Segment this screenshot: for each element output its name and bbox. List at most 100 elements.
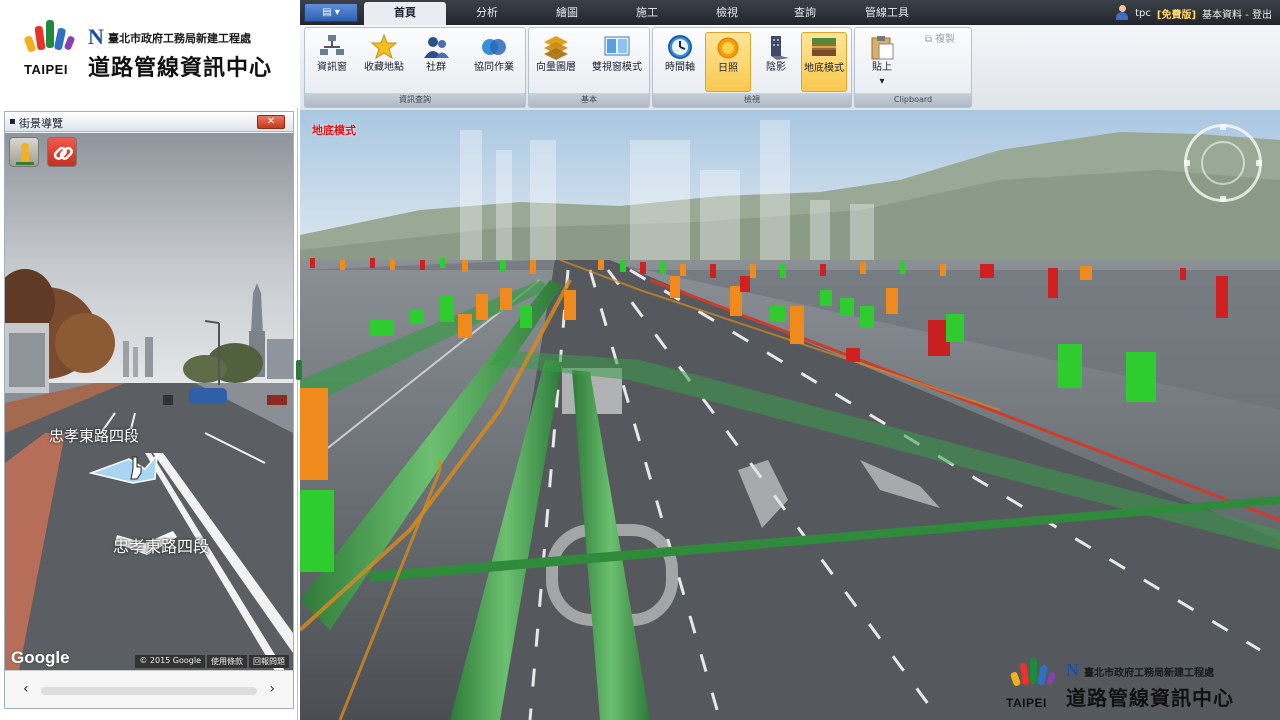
underground-icon (811, 35, 837, 61)
favorite-places-button[interactable]: 收藏地點 (361, 32, 407, 92)
tab-query[interactable]: 查詢 (766, 2, 844, 25)
star-icon (370, 33, 398, 60)
group-basic-label: 基本 (529, 93, 649, 107)
sunlight-button[interactable]: 日照 (705, 32, 751, 92)
close-button[interactable]: ✕ (257, 115, 285, 129)
tab-construction[interactable]: 施工 (608, 2, 686, 25)
group-clipboard: 貼上 ▾ ⧉ 複製 Clipboard (854, 27, 972, 108)
collaboration-label: 協同作業 (474, 62, 514, 73)
tab-analysis[interactable]: 分析 (448, 2, 526, 25)
timeline-button[interactable]: 時間軸 (657, 32, 703, 92)
info-window-button[interactable]: 資訊窗 (309, 32, 355, 92)
copy-icon: ⧉ (924, 34, 933, 45)
community-label: 社群 (426, 62, 446, 73)
scroll-right-icon[interactable]: › (269, 681, 275, 697)
scroll-track[interactable] (41, 687, 257, 695)
app-logo: TAIPEI N 臺北市政府工務局新建工程處 道路管線資訊中心 (0, 0, 298, 108)
shadow-label: 陰影 (766, 62, 786, 73)
left-panel: TAIPEI N 臺北市政府工務局新建工程處 道路管線資訊中心 ▪ 街景導覽 ✕ (0, 0, 298, 720)
map-3d-view[interactable]: 地底模式 TAIPEI N 臺北市政府工務局新建工程處 道路管線資訊中心 (300, 110, 1280, 720)
tab-bar: ▤ ▾ 首頁 分析 繪圖 施工 檢視 查詢 管線工具 tpc [免費版] 基本資… (300, 0, 1280, 25)
user-icon (1115, 5, 1129, 21)
group-basic: 向量圖層 雙視窗模式 基本 (528, 27, 650, 108)
ribbon-body: 資訊窗 收藏地點 社群 協同作業 資訊查詢 向量圖層 雙視窗模式 基本 時間軸 … (300, 25, 1280, 110)
paste-button[interactable]: 貼上 ▾ (859, 32, 905, 98)
paste-icon (869, 34, 895, 60)
logo-center-text: 道路管線資訊中心 (88, 55, 273, 81)
underground-mode-label: 地底模式 (804, 63, 844, 74)
user-level-badge: [免費版] (1156, 9, 1197, 21)
watermark-taipei-text: TAIPEI (1006, 696, 1047, 710)
collaboration-button[interactable]: 協同作業 (467, 32, 521, 92)
street-view-image[interactable]: 忠孝東路四段 忠孝東路四段 Google © 2015 Google 使用條款 … (5, 133, 293, 671)
road-label-bottom[interactable]: 忠孝東路四段 (113, 533, 209, 557)
shadow-button[interactable]: 陰影 (753, 32, 799, 92)
group-view-label: 檢視 (653, 93, 851, 107)
sunlight-label: 日照 (718, 63, 738, 74)
group-info-query: 資訊窗 收藏地點 社群 協同作業 資訊查詢 (304, 27, 526, 108)
compass-icon[interactable] (1184, 124, 1262, 202)
tab-home[interactable]: 首頁 (364, 2, 446, 25)
street-view-scene (5, 133, 293, 671)
google-logo: Google (11, 648, 70, 667)
tab-view[interactable]: 檢視 (688, 2, 766, 25)
dual-window-icon (604, 34, 630, 60)
info-window-icon (319, 34, 345, 60)
street-view-panel: ▪ 街景導覽 ✕ 忠孝東路四段 忠孝東路四段 Google © 2015 Goo… (4, 111, 294, 709)
ribbon-toolbar: ▤ ▾ 首頁 分析 繪圖 施工 檢視 查詢 管線工具 tpc [免費版] 基本資… (300, 0, 1280, 110)
agency-n-icon: N (88, 24, 104, 49)
underground-pipeline-scene (300, 110, 1280, 720)
shadow-icon (763, 34, 789, 60)
layers-icon (543, 34, 569, 60)
watermark-center-text: 道路管線資訊中心 (1066, 686, 1234, 710)
road-label-top[interactable]: 忠孝東路四段 (49, 425, 139, 446)
paste-dropdown-icon[interactable]: ▾ (859, 76, 905, 88)
underground-mode-button[interactable]: 地底模式 (801, 32, 847, 92)
pegman-button[interactable] (9, 137, 39, 167)
map-watermark-logo: TAIPEI N 臺北市政府工務局新建工程處 道路管線資訊中心 (1000, 654, 1270, 714)
copy-button[interactable]: ⧉ 複製 (911, 32, 969, 52)
info-window-label: 資訊窗 (317, 62, 347, 73)
panel-collapse-handle[interactable] (296, 360, 302, 380)
report-problem-link[interactable]: 回報問題 (249, 655, 289, 668)
street-view-footer: © 2015 Google 使用條款 回報問題 (135, 655, 289, 668)
user-links[interactable]: 基本資料 - 登出 (1202, 6, 1272, 21)
map-mode-label: 地底模式 (312, 124, 356, 137)
terms-link[interactable]: 使用條款 (207, 655, 247, 668)
dual-window-button[interactable]: 雙視窗模式 (587, 32, 647, 92)
share-link-button[interactable] (47, 137, 77, 167)
user-name: tpc (1135, 7, 1151, 19)
tab-drawing[interactable]: 繪圖 (528, 2, 606, 25)
street-view-titlebar[interactable]: ▪ 街景導覽 ✕ (5, 112, 293, 132)
group-info-query-label: 資訊查詢 (305, 93, 525, 107)
user-area: tpc [免費版] 基本資料 - 登出 (1115, 4, 1272, 22)
watermark-n-icon: N (1066, 660, 1079, 680)
link-icon (53, 146, 73, 160)
pegman-icon (16, 143, 34, 165)
app-menu-button[interactable]: ▤ ▾ (304, 3, 358, 22)
copy-label-text: 複製 (935, 34, 956, 45)
scroll-left-icon[interactable]: ‹ (23, 681, 29, 697)
logo-taipei-text: TAIPEI (24, 62, 68, 77)
copyright-text: © 2015 Google (135, 655, 205, 668)
horizontal-scrollbar[interactable]: ‹ › (5, 670, 293, 708)
panel-menu-icon[interactable]: ▪ (9, 116, 16, 127)
group-view: 時間軸 日照 陰影 地底模式 檢視 (652, 27, 852, 108)
timeline-label: 時間軸 (665, 62, 695, 73)
watermark-agency-text: 臺北市政府工務局新建工程處 (1084, 668, 1214, 679)
copy-label: ⧉ 複製 (911, 34, 969, 46)
community-button[interactable]: 社群 (413, 32, 459, 92)
sun-icon (715, 35, 741, 61)
group-clipboard-label: Clipboard (855, 93, 971, 107)
taipei-watermark-icon (1009, 658, 1062, 694)
street-view-title: 街景導覽 (19, 117, 63, 130)
dual-window-label: 雙視窗模式 (592, 62, 642, 73)
favorite-places-label: 收藏地點 (364, 62, 404, 73)
timeline-icon (667, 34, 693, 60)
paste-label: 貼上 (872, 62, 892, 73)
taipei-logo-icon (23, 20, 80, 60)
logo-agency-text: 臺北市政府工務局新建工程處 (108, 32, 251, 45)
tab-pipeline-tools[interactable]: 管線工具 (844, 2, 930, 25)
vector-layers-button[interactable]: 向量圖層 (533, 32, 579, 92)
vector-layers-label: 向量圖層 (536, 62, 576, 73)
